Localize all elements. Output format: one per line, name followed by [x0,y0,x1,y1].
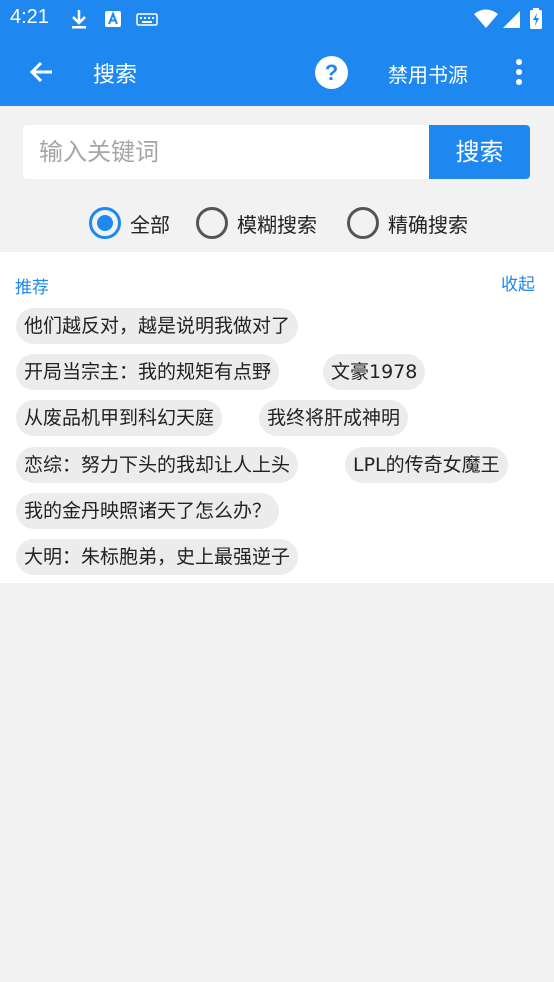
search-input[interactable] [23,125,429,179]
recommend-panel: 推荐 收起 他们越反对，越是说明我做对了 开局当宗主：我的规矩有点野 文豪197… [0,252,554,583]
search-bar: 搜索 [23,125,530,179]
search-button[interactable]: 搜索 [429,125,530,179]
recommend-title: 推荐 [15,278,49,298]
radio-unchecked-icon [347,207,379,239]
a-box-icon [105,11,121,27]
status-bar: 4:21 [0,0,554,38]
page-title: 搜索 [93,63,138,88]
radio-checked-icon [89,207,121,239]
keyboard-icon [136,13,158,26]
recommend-chip[interactable]: 开局当宗主：我的规矩有点野 [16,354,280,390]
search-mode-group: 全部 模糊搜索 精确搜索 [0,204,554,242]
back-arrow-icon[interactable] [22,52,62,92]
recommend-chip[interactable]: 我的金丹映照诸天了怎么办？ [16,493,280,529]
radio-unchecked-icon [196,207,228,239]
wifi-icon [474,9,498,28]
more-vert-icon[interactable] [506,54,532,90]
radio-exact[interactable]: 精确搜索 [347,204,468,242]
recommend-chip[interactable]: 从废品机甲到科幻天庭 [16,400,223,436]
recommend-chip[interactable]: 文豪1978 [323,354,426,390]
app-bar: 搜索 ? 禁用书源 [0,38,554,106]
status-time: 4:21 [10,6,49,28]
help-icon[interactable]: ? [315,56,348,89]
collapse-button[interactable]: 收起 [501,270,535,295]
radio-all[interactable]: 全部 [89,204,170,242]
disable-source-button[interactable]: 禁用书源 [388,59,468,88]
recommend-chip[interactable]: 他们越反对，越是说明我做对了 [16,308,299,344]
radio-label: 模糊搜索 [237,212,317,237]
recommend-chip[interactable]: 恋综：努力下头的我却让人上头 [16,447,299,483]
radio-label: 全部 [130,212,170,237]
recommend-chip[interactable]: 我终将肝成神明 [259,400,409,436]
recommend-chip[interactable]: LPL的传奇女魔王 [345,447,508,483]
download-icon [72,10,86,29]
signal-icon [503,11,520,28]
radio-fuzzy[interactable]: 模糊搜索 [196,204,317,242]
radio-label: 精确搜索 [388,212,468,237]
recommend-chip[interactable]: 大明：朱标胞弟，史上最强逆子 [16,539,299,575]
battery-icon [530,8,542,29]
